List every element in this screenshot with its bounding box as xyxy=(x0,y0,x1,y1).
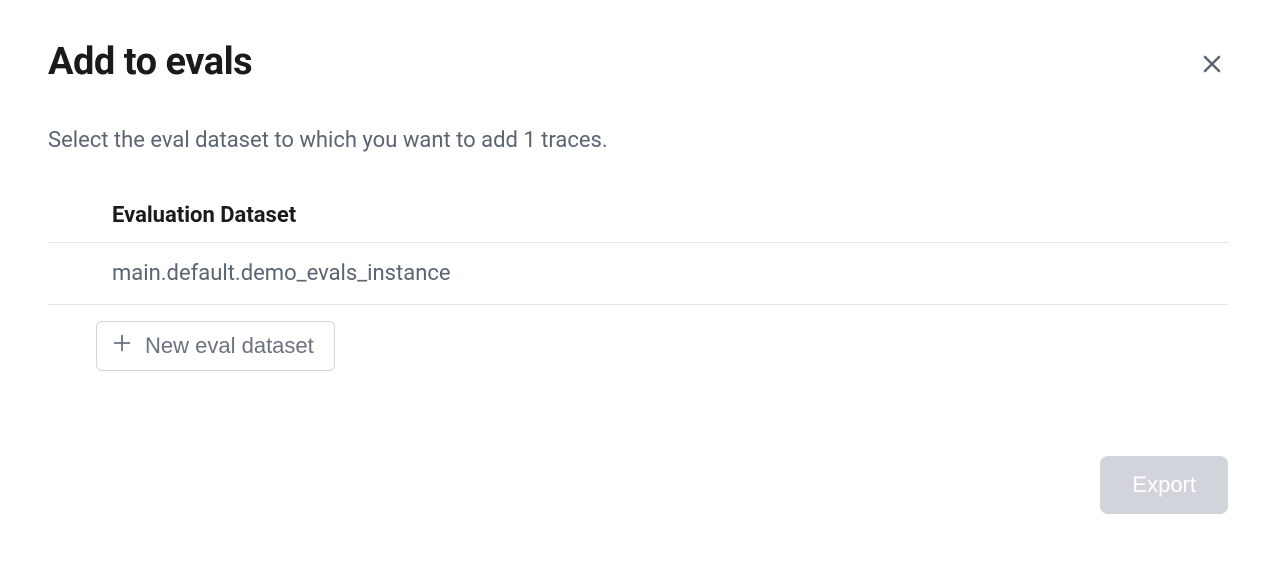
new-eval-dataset-button[interactable]: New eval dataset xyxy=(96,321,335,371)
modal-title: Add to evals xyxy=(48,40,252,84)
add-to-evals-modal: Add to evals Select the eval dataset to … xyxy=(0,0,1276,562)
table-header-row: Evaluation Dataset xyxy=(48,189,1228,243)
export-button[interactable]: Export xyxy=(1100,456,1228,514)
close-icon xyxy=(1200,52,1224,79)
plus-icon xyxy=(111,332,133,360)
modal-description: Select the eval dataset to which you wan… xyxy=(48,128,1228,153)
table-header-label: Evaluation Dataset xyxy=(112,203,296,228)
modal-footer: Export xyxy=(1100,456,1228,514)
dataset-name: main.default.demo_evals_instance xyxy=(112,261,451,286)
modal-header: Add to evals xyxy=(48,40,1228,84)
table-row[interactable]: main.default.demo_evals_instance xyxy=(48,243,1228,305)
new-dataset-label: New eval dataset xyxy=(145,333,314,359)
dataset-table: Evaluation Dataset main.default.demo_eva… xyxy=(48,189,1228,371)
new-dataset-row: New eval dataset xyxy=(48,305,1228,371)
close-button[interactable] xyxy=(1196,48,1228,83)
